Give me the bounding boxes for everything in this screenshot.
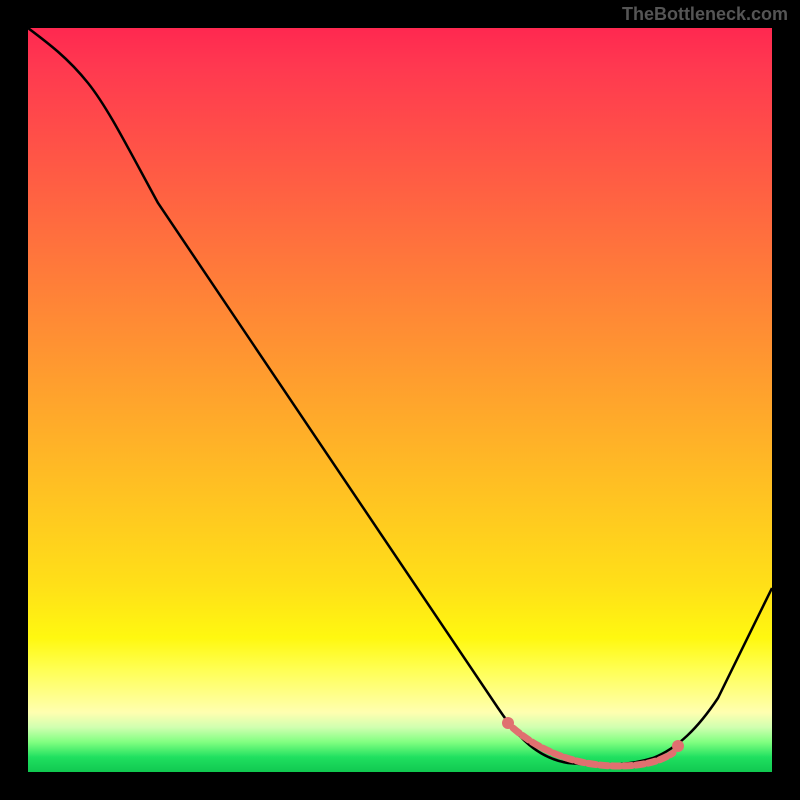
chart-svg bbox=[28, 28, 772, 772]
bottleneck-curve bbox=[28, 28, 772, 765]
optimal-marker-end bbox=[672, 740, 684, 752]
watermark-text: TheBottleneck.com bbox=[622, 4, 788, 25]
optimal-range-marker bbox=[513, 728, 673, 766]
chart-container bbox=[28, 28, 772, 772]
